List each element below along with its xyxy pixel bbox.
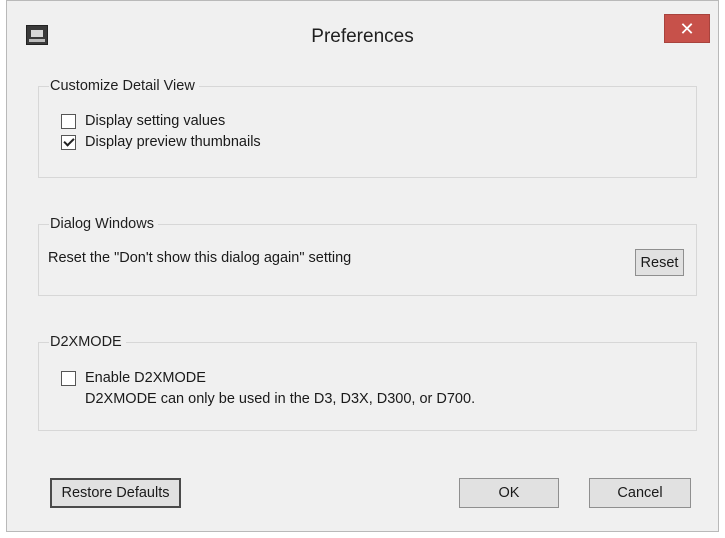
customize-detail-view-heading: Customize Detail View [49, 76, 199, 96]
enable-d2xmode-option[interactable]: Enable D2XMODE [61, 370, 206, 386]
cancel-button[interactable]: Cancel [589, 478, 691, 508]
dialog-windows-heading: Dialog Windows [49, 214, 158, 234]
d2xmode-heading: D2XMODE [49, 332, 126, 352]
display-preview-thumbnails-label: Display preview thumbnails [85, 134, 261, 150]
customize-detail-view-group: Customize Detail View Display setting va… [38, 76, 697, 178]
d2xmode-group: D2XMODE Enable D2XMODE D2XMODE can only … [38, 332, 697, 431]
restore-defaults-button[interactable]: Restore Defaults [50, 478, 181, 508]
enable-d2xmode-label: Enable D2XMODE [85, 370, 206, 386]
d2xmode-note: D2XMODE can only be used in the D3, D3X,… [85, 391, 476, 407]
dialog-windows-group: Dialog Windows Reset the "Don't show thi… [38, 214, 697, 296]
display-setting-values-label: Display setting values [85, 113, 226, 129]
preferences-dialog: Preferences ✕ Customize Detail View Disp… [6, 0, 719, 532]
reset-button[interactable]: Reset [635, 249, 684, 276]
close-icon: ✕ [679, 18, 695, 39]
display-setting-values-checkbox[interactable] [61, 113, 76, 129]
display-setting-values-option[interactable]: Display setting values [61, 113, 225, 129]
close-button[interactable]: ✕ [664, 14, 710, 43]
reset-description: Reset the "Don't show this dialog again"… [48, 250, 352, 266]
window-title: Preferences [311, 26, 414, 47]
title-bar[interactable]: Preferences ✕ [7, 1, 718, 65]
display-preview-thumbnails-option[interactable]: Display preview thumbnails [61, 134, 261, 150]
ok-button[interactable]: OK [459, 478, 559, 508]
display-preview-thumbnails-checkbox[interactable] [61, 134, 76, 150]
enable-d2xmode-checkbox[interactable] [61, 370, 76, 386]
